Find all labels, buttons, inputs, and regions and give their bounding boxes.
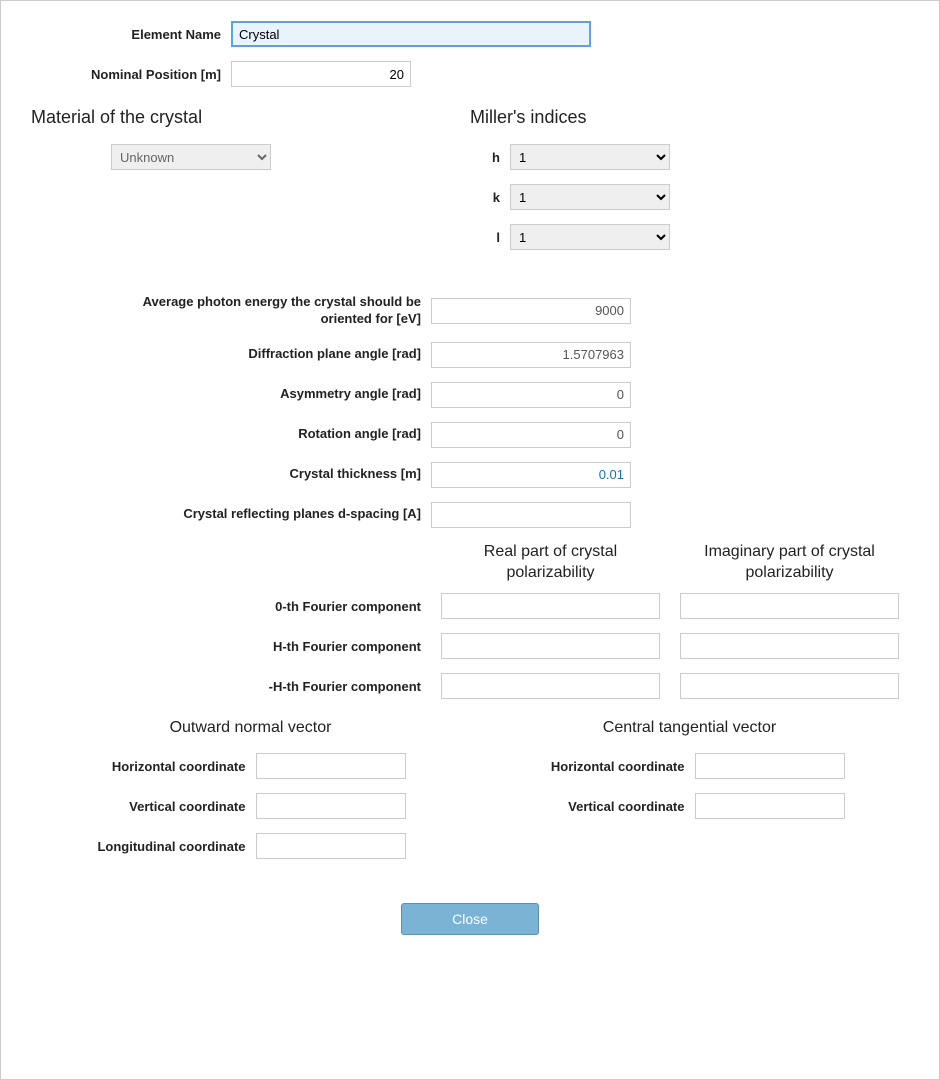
fourier-0-row: 0-th Fourier component	[31, 593, 909, 619]
diffraction-plane-input[interactable]	[431, 342, 631, 368]
diffraction-plane-label: Diffraction plane angle [rad]	[31, 346, 431, 363]
fourier-h-real-input[interactable]	[441, 633, 660, 659]
central-v-input[interactable]	[695, 793, 845, 819]
fourier-h-row: H-th Fourier component	[31, 633, 909, 659]
d-spacing-label: Crystal reflecting planes d-spacing [A]	[31, 506, 431, 523]
miller-l-row: l 1 0 -1 2 -2	[470, 224, 909, 250]
miller-k-select[interactable]: 1 0 -1 2 -2	[510, 184, 670, 210]
central-h-input[interactable]	[695, 753, 845, 779]
close-button[interactable]: Close	[401, 903, 539, 935]
miller-l-label: l	[470, 230, 510, 245]
outward-l-label: Longitudinal coordinate	[96, 839, 256, 854]
crystal-thickness-input[interactable]	[431, 462, 631, 488]
element-name-input[interactable]	[231, 21, 591, 47]
nominal-position-row: Nominal Position [m]	[31, 61, 909, 87]
miller-l-select[interactable]: 1 0 -1 2 -2	[510, 224, 670, 250]
fourier-0-imag-input[interactable]	[680, 593, 899, 619]
fourier-h-imag-input[interactable]	[680, 633, 899, 659]
outward-v-label: Vertical coordinate	[96, 799, 256, 814]
central-v-label: Vertical coordinate	[535, 799, 695, 814]
nominal-position-label: Nominal Position [m]	[31, 67, 231, 82]
nominal-position-input[interactable]	[231, 61, 411, 87]
crystal-thickness-label: Crystal thickness [m]	[31, 466, 431, 483]
element-name-row: Element Name	[31, 21, 909, 47]
outward-h-row: Horizontal coordinate	[31, 753, 470, 779]
avg-photon-input[interactable]	[431, 298, 631, 324]
diffraction-plane-row: Diffraction plane angle [rad]	[31, 342, 909, 368]
polar-header: Real part of crystal polarizability Imag…	[31, 542, 909, 584]
polar-imag-header: Imaginary part of crystal polarizability	[670, 542, 909, 584]
outward-h-label: Horizontal coordinate	[96, 759, 256, 774]
fourier-nh-label: -H-th Fourier component	[31, 679, 431, 694]
rotation-angle-row: Rotation angle [rad]	[31, 422, 909, 448]
central-tangential-col: Central tangential vector Horizontal coo…	[470, 719, 909, 873]
miller-h-select[interactable]: 1 0 -1 2 -2	[510, 144, 670, 170]
fourier-nh-imag-input[interactable]	[680, 673, 899, 699]
outward-v-row: Vertical coordinate	[31, 793, 470, 819]
asymmetry-angle-input[interactable]	[431, 382, 631, 408]
material-select[interactable]: Unknown Silicon Germanium Diamond	[111, 144, 271, 170]
crystal-thickness-row: Crystal thickness [m]	[31, 462, 909, 488]
miller-h-row: h 1 0 -1 2 -2	[470, 144, 909, 170]
d-spacing-row: Crystal reflecting planes d-spacing [A]	[31, 502, 909, 528]
material-title: Material of the crystal	[31, 107, 470, 128]
polar-spacer	[31, 542, 431, 584]
asymmetry-angle-label: Asymmetry angle [rad]	[31, 386, 431, 403]
fourier-nh-row: -H-th Fourier component	[31, 673, 909, 699]
material-millers-section: Material of the crystal Unknown Silicon …	[31, 107, 909, 264]
avg-photon-row: Average photon energy the crystal should…	[31, 294, 909, 328]
outward-l-input[interactable]	[256, 833, 406, 859]
polar-real-header: Real part of crystal polarizability	[431, 542, 670, 584]
d-spacing-input[interactable]	[431, 502, 631, 528]
central-v-row: Vertical coordinate	[470, 793, 909, 819]
asymmetry-angle-row: Asymmetry angle [rad]	[31, 382, 909, 408]
central-h-row: Horizontal coordinate	[470, 753, 909, 779]
fourier-nh-real-input[interactable]	[441, 673, 660, 699]
close-button-row: Close	[31, 903, 909, 935]
outward-normal-title: Outward normal vector	[31, 719, 470, 737]
central-tangential-title: Central tangential vector	[470, 719, 909, 737]
outward-h-input[interactable]	[256, 753, 406, 779]
fourier-0-label: 0-th Fourier component	[31, 599, 431, 614]
miller-h-label: h	[470, 150, 510, 165]
fourier-h-label: H-th Fourier component	[31, 639, 431, 654]
rotation-angle-label: Rotation angle [rad]	[31, 426, 431, 443]
outward-v-input[interactable]	[256, 793, 406, 819]
vectors-section: Outward normal vector Horizontal coordin…	[31, 719, 909, 873]
millers-col: Miller's indices h 1 0 -1 2 -2 k 1 0 -1 …	[470, 107, 909, 264]
polarizability-section: Real part of crystal polarizability Imag…	[31, 542, 909, 700]
miller-k-label: k	[470, 190, 510, 205]
rotation-angle-input[interactable]	[431, 422, 631, 448]
millers-title: Miller's indices	[470, 107, 909, 128]
material-col: Material of the crystal Unknown Silicon …	[31, 107, 470, 264]
outward-normal-col: Outward normal vector Horizontal coordin…	[31, 719, 470, 873]
avg-photon-label: Average photon energy the crystal should…	[31, 294, 431, 328]
outward-l-row: Longitudinal coordinate	[31, 833, 470, 859]
element-name-label: Element Name	[31, 27, 231, 42]
miller-k-row: k 1 0 -1 2 -2	[470, 184, 909, 210]
fourier-0-real-input[interactable]	[441, 593, 660, 619]
main-container: Element Name Nominal Position [m] Materi…	[0, 0, 940, 1080]
central-h-label: Horizontal coordinate	[535, 759, 695, 774]
